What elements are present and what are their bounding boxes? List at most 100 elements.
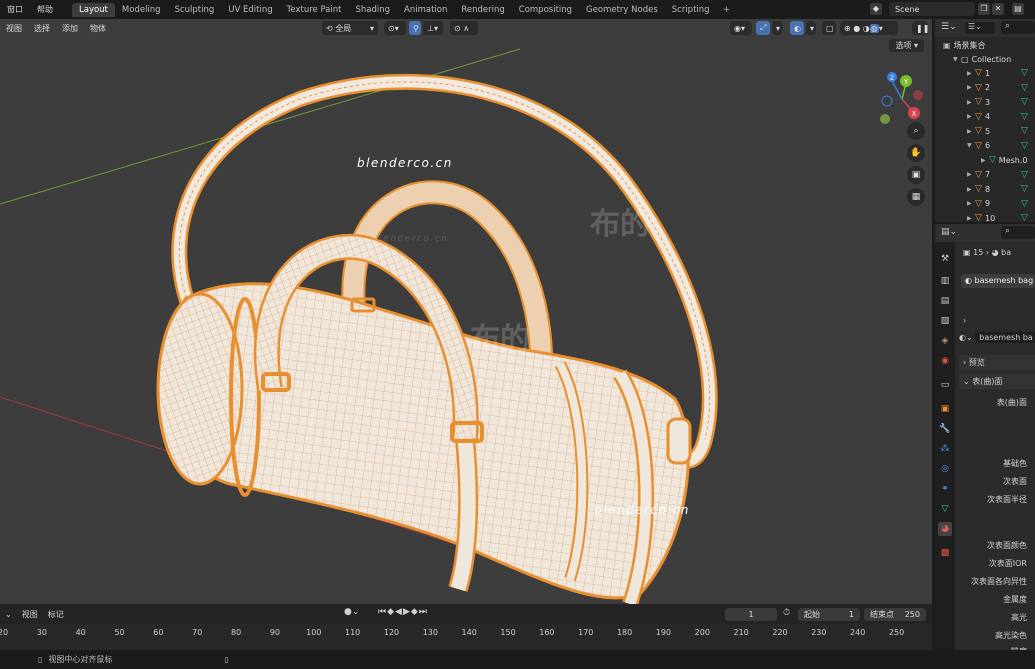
outliner-object-row[interactable]: ▶ ▽ 3 ▽	[935, 95, 1035, 109]
expand-icon[interactable]: ▶	[967, 171, 975, 178]
add-workspace-button[interactable]: +	[717, 5, 737, 15]
material-preview-icon[interactable]: ◍	[869, 23, 879, 33]
timeline-editor-type-icon[interactable]: ⌄	[0, 610, 17, 619]
scene-icon[interactable]: ◆	[870, 3, 882, 15]
pivot-point-icon[interactable]: ⊙▾	[384, 21, 406, 35]
tab-uv-editing[interactable]: UV Editing	[221, 3, 279, 17]
tool-tab-icon[interactable]: ⚒	[938, 252, 952, 266]
tab-modeling[interactable]: Modeling	[115, 3, 168, 17]
collection-tab-icon[interactable]: ▭	[938, 378, 952, 392]
outliner-object-row[interactable]: ▶ ▽ 4 ▽	[935, 110, 1035, 124]
world-tab-icon[interactable]: ◉	[938, 354, 952, 368]
menu-help[interactable]: 帮助	[30, 4, 60, 15]
expand-icon[interactable]: ▶	[967, 200, 975, 207]
data-tab-icon[interactable]: ▽	[938, 502, 952, 516]
tab-scripting[interactable]: Scripting	[665, 3, 717, 17]
pan-hand-icon[interactable]: ✋	[907, 144, 925, 162]
timeline-editor[interactable]: ⌄ 视图 标记 ●⌄ ⏮◆◀▶◆⏭ 1 ⏱ 起始 1 结束点 250 20 30 4…	[0, 604, 932, 650]
surface-panel-header[interactable]: ⌄ 表(曲)面	[959, 374, 1035, 389]
collection-row[interactable]: ▼ ▢ Collection	[935, 52, 1035, 66]
zoom-icon[interactable]: ⌕	[907, 122, 925, 140]
view-layer-icon[interactable]: ▤	[1012, 3, 1024, 15]
transform-orientation-dropdown[interactable]: ⟲ 全局 ▾	[322, 21, 378, 35]
expand-icon[interactable]: ▼	[953, 56, 961, 63]
playback-controls[interactable]: ⏮◆◀▶◆⏭	[378, 607, 428, 617]
preview-panel-header[interactable]: › 预览	[959, 355, 1035, 370]
material-slot-item[interactable]: ◐ basemesh bag	[961, 274, 1035, 288]
tab-sculpting[interactable]: Sculpting	[168, 3, 222, 17]
expand-icon[interactable]: ▶	[967, 99, 975, 106]
viewport-menu-add[interactable]: 添加	[56, 23, 84, 34]
outliner-object-row[interactable]: ▶ ▽ 9 ▽	[935, 197, 1035, 211]
expand-icon[interactable]: ▶	[981, 157, 989, 164]
outliner-object-row[interactable]: ▶ ▽ 5 ▽	[935, 124, 1035, 138]
slot-expand-icon[interactable]: ›	[963, 316, 966, 325]
texture-tab-icon[interactable]: ▩	[938, 546, 952, 560]
properties-editor[interactable]: ▤⌄ ⌕ ⚒ ▥ ▤ ▧ ◈ ◉ ▭ ▣ 🔧 ⁂ ◎ ⚭ ▽ ◕ ▩ ▣ 15 …	[935, 224, 1035, 650]
tab-shading[interactable]: Shading	[348, 3, 397, 17]
end-frame-field[interactable]: 结束点 250	[864, 608, 926, 621]
material-name-field[interactable]: basemesh ba	[975, 332, 1035, 343]
new-scene-icon[interactable]: ❐	[978, 3, 990, 15]
physics-tab-icon[interactable]: ◎	[938, 462, 952, 476]
overlay-dropdown-icon[interactable]: ▾	[806, 21, 816, 35]
tab-texture-paint[interactable]: Texture Paint	[280, 3, 349, 17]
expand-icon[interactable]: ▶	[967, 84, 975, 91]
tab-geometry-nodes[interactable]: Geometry Nodes	[579, 3, 665, 17]
pause-icon[interactable]: ❚❚	[912, 21, 929, 35]
material-tab-icon[interactable]: ◕	[938, 522, 952, 536]
delete-scene-icon[interactable]: ✕	[992, 3, 1004, 15]
grid-perspective-icon[interactable]: ▦	[907, 188, 925, 206]
snap-toggle-icon[interactable]: ⚲	[409, 21, 421, 35]
timeline-menu-view[interactable]: 视图	[17, 609, 43, 620]
timeline-ruler[interactable]: 20 30 40 50 60 70 80 90 100 110 120 130 140 150 160 170…	[0, 624, 932, 650]
expand-icon[interactable]: ▶	[967, 70, 975, 77]
current-frame-field[interactable]: 1	[725, 608, 777, 621]
record-icon[interactable]: ●⌄	[344, 607, 359, 617]
outliner-mesh-row[interactable]: ▶ ▽ Mesh.0	[935, 153, 1035, 167]
expand-icon[interactable]: ▶	[967, 186, 975, 193]
particles-tab-icon[interactable]: ⁂	[938, 442, 952, 456]
snap-target-icon[interactable]: ⊥▾	[423, 21, 443, 35]
viewport-menu-object[interactable]: 物体	[84, 23, 112, 34]
scene-tab-icon[interactable]: ◈	[938, 334, 952, 348]
navigation-gizmo[interactable]: X Y Z	[872, 71, 932, 127]
3d-viewport[interactable]: 视图 选择 添加 物体 ⟲ 全局 ▾ ⊙▾ ⚲ ⊥▾ ⊙ ∧ ◉▾ ⤢ ▾ ◐ …	[0, 19, 932, 604]
outliner-object-row[interactable]: ▶ ▽ 8 ▽	[935, 182, 1035, 196]
menu-window[interactable]: 窗口	[0, 4, 30, 15]
outliner[interactable]: ☰⌄ ☰⌄ ⌕ ▣ 场景集合 ▼ ▢ Collection ▶ ▽ 1 ▽ ▶ ▽ 2 ▽ ▶ ▽…	[935, 19, 1035, 222]
timeline-menu-marker[interactable]: 标记	[43, 609, 69, 620]
gizmo-toggle-icon[interactable]: ⤢	[756, 21, 770, 35]
viewport-menu-select[interactable]: 选择	[28, 23, 56, 34]
outliner-object-row[interactable]: ▶ ▽ 2 ▽	[935, 81, 1035, 95]
material-selector[interactable]: ◐⌄ basemesh ba	[959, 332, 1035, 347]
render-tab-icon[interactable]: ▥	[938, 274, 952, 288]
filter-dropdown[interactable]: ☰⌄	[965, 22, 995, 34]
outliner-type-icon[interactable]: ☰⌄	[941, 22, 957, 32]
expand-icon[interactable]: ▶	[967, 128, 975, 135]
outliner-object-row[interactable]: ▶ ▽ 10 ▽	[935, 211, 1035, 222]
tab-compositing[interactable]: Compositing	[512, 3, 579, 17]
tab-animation[interactable]: Animation	[397, 3, 454, 17]
options-dropdown[interactable]: 选项 ▾	[889, 39, 924, 52]
tab-layout[interactable]: Layout	[72, 2, 115, 17]
modifier-tab-icon[interactable]: 🔧	[938, 422, 952, 436]
scene-collection-row[interactable]: ▣ 场景集合	[935, 38, 1035, 52]
constraints-tab-icon[interactable]: ⚭	[938, 482, 952, 496]
camera-icon[interactable]: ▣	[907, 166, 925, 184]
collapse-icon[interactable]: ▼	[967, 142, 975, 149]
start-frame-field[interactable]: 起始 1	[798, 608, 860, 621]
visibility-icon[interactable]: ◉▾	[730, 21, 752, 35]
stopwatch-icon[interactable]: ⏱	[783, 608, 790, 618]
shading-mode-icons[interactable]: ⊕ ● ◑ ◍ ▾	[840, 21, 898, 35]
outliner-object-row[interactable]: ▶ ▽ 1 ▽	[935, 66, 1035, 80]
tab-rendering[interactable]: Rendering	[454, 3, 511, 17]
xray-toggle-icon[interactable]: ▢	[822, 21, 836, 35]
browse-material-icon[interactable]: ◐⌄	[959, 333, 973, 342]
outliner-search-input[interactable]: ⌕	[1001, 21, 1035, 34]
overlay-toggle-icon[interactable]: ◐	[790, 21, 804, 35]
output-tab-icon[interactable]: ▤	[938, 294, 952, 308]
outliner-object-row[interactable]: ▶ ▽ 7 ▽	[935, 168, 1035, 182]
outliner-object-row[interactable]: ▼ ▽ 6 ▽	[935, 139, 1035, 153]
view-layer-tab-icon[interactable]: ▧	[938, 314, 952, 328]
